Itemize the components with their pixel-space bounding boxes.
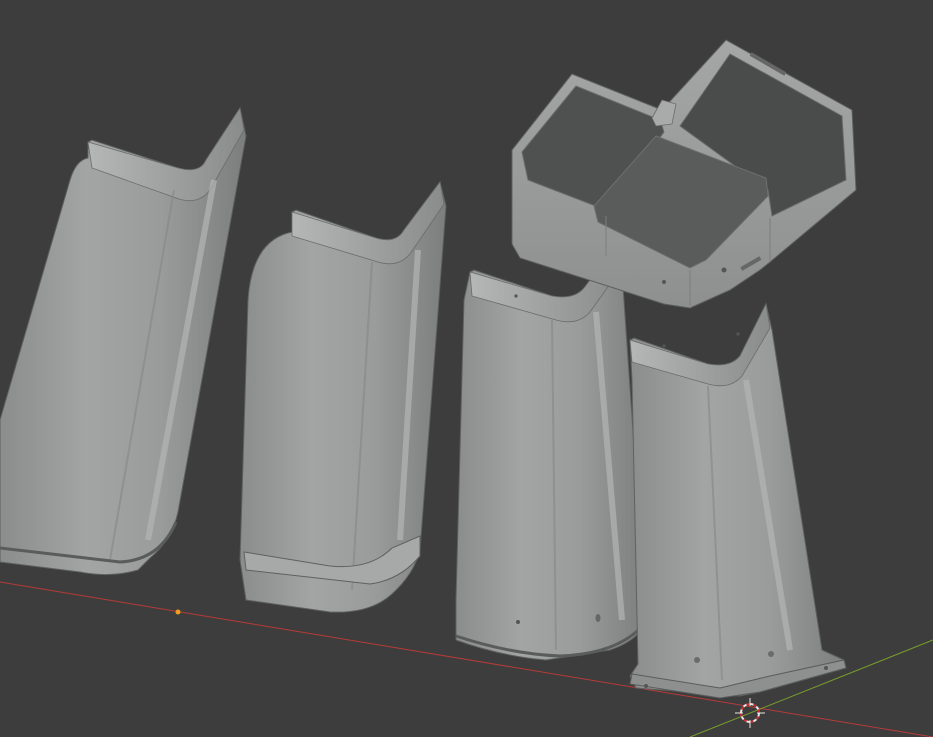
object-origin-icon[interactable] [175, 609, 181, 615]
mesh-part-5[interactable] [511, 39, 857, 309]
3d-viewport[interactable] [0, 0, 933, 737]
viewport-canvas[interactable] [0, 0, 933, 737]
mesh-part-2[interactable] [239, 180, 447, 613]
mesh-part-1[interactable] [0, 106, 247, 576]
mesh-part-3[interactable] [455, 244, 648, 661]
mesh-part-4[interactable] [629, 302, 847, 699]
